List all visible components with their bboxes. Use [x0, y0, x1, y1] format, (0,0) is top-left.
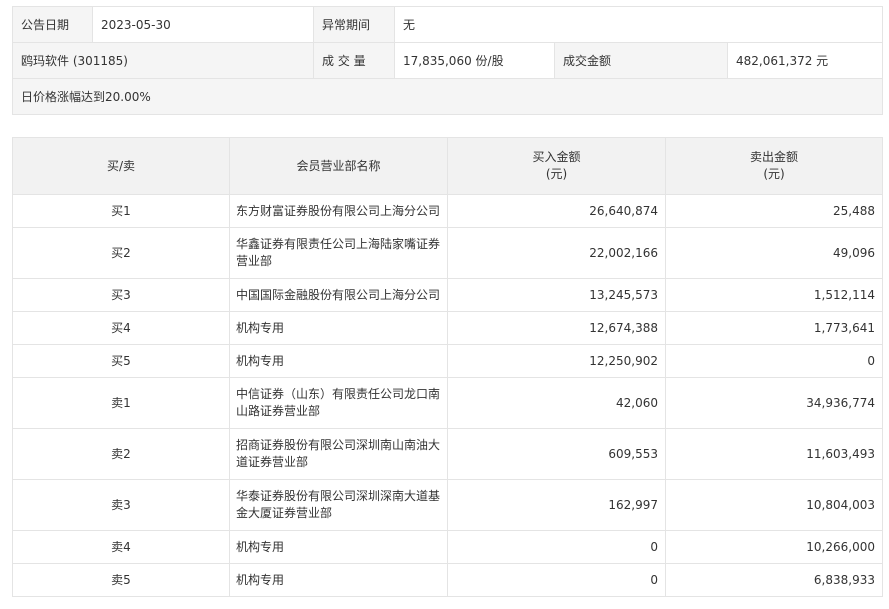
cell-branch-name: 华鑫证券有限责任公司上海陆家嘴证券营业部 [229, 227, 448, 279]
cell-branch-name: 东方财富证券股份有限公司上海分公司 [229, 194, 448, 228]
cell-sell-amount: 10,804,003 [665, 479, 883, 531]
cell-side: 卖3 [12, 479, 230, 531]
cell-buy-amount: 13,245,573 [447, 278, 666, 312]
header-branch-name: 会员营业部名称 [229, 137, 448, 195]
header-side: 买/卖 [12, 137, 230, 195]
cell-buy-amount: 12,250,902 [447, 344, 666, 378]
header-buy-amount-title: 买入金额 [532, 150, 581, 164]
table-row: 买2 华鑫证券有限责任公司上海陆家嘴证券营业部 22,002,166 49,09… [12, 227, 883, 279]
cell-branch-name: 华泰证券股份有限公司深圳深南大道基金大厦证券营业部 [229, 479, 448, 531]
cell-branch-name: 机构专用 [229, 530, 448, 564]
cell-sell-amount: 11,603,493 [665, 428, 883, 480]
cell-buy-amount: 162,997 [447, 479, 666, 531]
table-row: 买5 机构专用 12,250,902 0 [12, 344, 883, 378]
cell-sell-amount: 0 [665, 344, 883, 378]
cell-side: 买5 [12, 344, 230, 378]
cell-branch-name: 中国国际金融股份有限公司上海分公司 [229, 278, 448, 312]
table-row: 卖5 机构专用 0 6,838,933 [12, 563, 883, 597]
turnover-value: 482,061,372 元 [727, 42, 883, 79]
cell-branch-name: 机构专用 [229, 344, 448, 378]
header-sell-amount-title: 卖出金额 [749, 150, 798, 164]
cell-side: 卖1 [12, 377, 230, 429]
cell-buy-amount: 26,640,874 [447, 194, 666, 228]
cell-side: 卖5 [12, 563, 230, 597]
cell-buy-amount: 0 [447, 563, 666, 597]
anomaly-period-label: 异常期间 [313, 6, 395, 43]
cell-branch-name: 机构专用 [229, 563, 448, 597]
cell-buy-amount: 12,674,388 [447, 311, 666, 345]
turnover-label: 成交金额 [554, 42, 728, 79]
price-change-note: 日价格涨幅达到20.00% [12, 78, 883, 115]
cell-sell-amount: 1,773,641 [665, 311, 883, 345]
stock-name: 鸥玛软件 (301185) [12, 42, 314, 79]
cell-side: 买1 [12, 194, 230, 228]
cell-buy-amount: 0 [447, 530, 666, 564]
cell-sell-amount: 6,838,933 [665, 563, 883, 597]
header-sell-amount-unit: (元) [763, 167, 785, 181]
cell-buy-amount: 42,060 [447, 377, 666, 429]
table-row: 卖4 机构专用 0 10,266,000 [12, 530, 883, 564]
header-buy-amount-unit: (元) [545, 167, 568, 181]
table-header-row: 买/卖 会员营业部名称 买入金额 (元) 卖出金额 (元) [12, 137, 883, 195]
table-row: 买3 中国国际金融股份有限公司上海分公司 13,245,573 1,512,11… [12, 278, 883, 312]
cell-buy-amount: 609,553 [447, 428, 666, 480]
cell-sell-amount: 34,936,774 [665, 377, 883, 429]
trading-seats-table: 买/卖 会员营业部名称 买入金额 (元) 卖出金额 (元) 买1 东方财富证券股… [12, 137, 883, 597]
cell-side: 卖4 [12, 530, 230, 564]
volume-label: 成 交 量 [313, 42, 395, 79]
anomaly-period-value: 无 [394, 6, 883, 43]
cell-sell-amount: 10,266,000 [665, 530, 883, 564]
volume-value: 17,835,060 份/股 [394, 42, 555, 79]
cell-side: 买2 [12, 227, 230, 279]
table-row: 卖3 华泰证券股份有限公司深圳深南大道基金大厦证券营业部 162,997 10,… [12, 479, 883, 531]
cell-buy-amount: 22,002,166 [447, 227, 666, 279]
header-sell-amount: 卖出金额 (元) [665, 137, 883, 195]
cell-sell-amount: 1,512,114 [665, 278, 883, 312]
cell-branch-name: 招商证券股份有限公司深圳南山南油大道证券营业部 [229, 428, 448, 480]
cell-side: 买3 [12, 278, 230, 312]
cell-sell-amount: 25,488 [665, 194, 883, 228]
cell-side: 买4 [12, 311, 230, 345]
cell-branch-name: 中信证券（山东）有限责任公司龙口南山路证券营业部 [229, 377, 448, 429]
date-value: 2023-05-30 [92, 6, 314, 43]
table-row: 买4 机构专用 12,674,388 1,773,641 [12, 311, 883, 345]
cell-sell-amount: 49,096 [665, 227, 883, 279]
announcement-info-table: 公告日期 2023-05-30 异常期间 无 鸥玛软件 (301185) 成 交… [12, 6, 883, 115]
cell-branch-name: 机构专用 [229, 311, 448, 345]
header-buy-amount: 买入金额 (元) [447, 137, 666, 195]
table-row: 卖1 中信证券（山东）有限责任公司龙口南山路证券营业部 42,060 34,93… [12, 377, 883, 429]
cell-side: 卖2 [12, 428, 230, 480]
table-row: 卖2 招商证券股份有限公司深圳南山南油大道证券营业部 609,553 11,60… [12, 428, 883, 480]
table-row: 买1 东方财富证券股份有限公司上海分公司 26,640,874 25,488 [12, 194, 883, 228]
date-label: 公告日期 [12, 6, 93, 43]
